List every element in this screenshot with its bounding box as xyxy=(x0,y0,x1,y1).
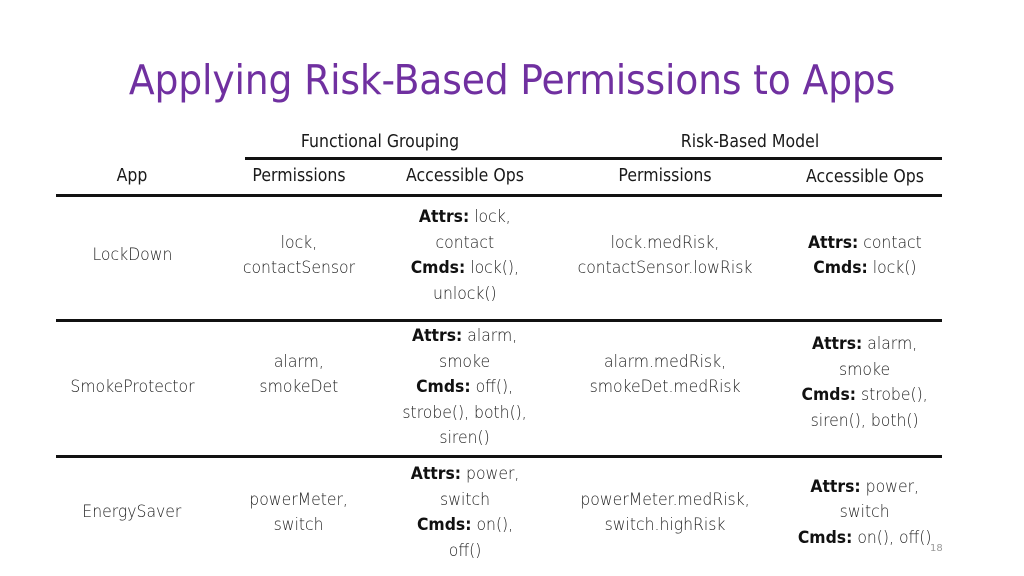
cmds-label: Cmds: xyxy=(410,258,466,278)
app-name: EnergySaver xyxy=(82,502,182,523)
fg-ops-cell: Attrs: power, switch Cmds: on(), off() xyxy=(380,460,550,566)
rb-permissions-cell: alarm.medRisk, smokeDet.medRisk xyxy=(560,324,770,426)
app-name: SmokeProtector xyxy=(69,377,195,398)
attrs-value: lock, xyxy=(474,207,511,227)
app-cell: LockDown xyxy=(56,202,208,310)
permission-text: contactSensor xyxy=(242,258,356,278)
rb-ops-cell: Attrs: contact Cmds: lock() xyxy=(780,202,950,310)
column-header-rb-ops: Accessible Ops xyxy=(806,167,924,187)
attrs-value: smoke xyxy=(439,351,491,372)
cmds-value: siren(), both() xyxy=(810,410,920,431)
app-cell: SmokeProtector xyxy=(56,324,208,452)
permission-text: switch.highRisk xyxy=(604,515,726,535)
page-number: 18 xyxy=(930,543,943,554)
rb-permissions-cell: lock.medRisk, contactSensor.lowRisk xyxy=(560,202,770,310)
cmds-value: strobe(), xyxy=(861,385,929,405)
cmds-value: lock(), xyxy=(470,258,520,278)
attrs-value: smoke xyxy=(839,359,891,380)
fg-ops-cell: Attrs: lock, contact Cmds: lock(), unloc… xyxy=(380,202,550,310)
cmds-value: on(), off() xyxy=(857,527,932,548)
permission-text: smokeDet xyxy=(259,377,339,397)
rb-ops-cell: Attrs: alarm, smoke Cmds: strobe(), sire… xyxy=(780,324,950,442)
attrs-value: switch xyxy=(440,489,490,510)
permission-text: switch xyxy=(274,515,324,535)
attrs-label: Attrs: xyxy=(808,232,859,253)
rb-ops-cell: Attrs: power, switch Cmds: on(), off() xyxy=(780,460,950,566)
header-rule xyxy=(56,194,942,197)
permission-text: lock.medRisk, xyxy=(610,232,720,253)
fg-ops-cell: Attrs: alarm, smoke Cmds: off(), strobe(… xyxy=(380,324,550,452)
attrs-value: switch xyxy=(840,502,890,523)
attrs-value: contact xyxy=(863,232,922,253)
attrs-label: Attrs: xyxy=(812,334,863,354)
row-divider xyxy=(56,319,942,322)
cmds-value: off() xyxy=(448,540,482,561)
app-cell: EnergySaver xyxy=(56,460,208,566)
attrs-label: Attrs: xyxy=(410,464,462,484)
attrs-value: contact xyxy=(435,232,495,253)
cmds-value: siren() xyxy=(439,428,491,449)
permission-text: contactSensor.lowRisk xyxy=(577,258,753,278)
column-header-fg-ops: Accessible Ops xyxy=(406,166,524,186)
attrs-value: power, xyxy=(465,464,520,484)
cmds-value: lock() xyxy=(872,258,917,278)
permission-text: smokeDet.medRisk xyxy=(589,377,741,397)
permission-text: lock, xyxy=(280,232,318,253)
permission-text: alarm, xyxy=(274,351,324,372)
cmds-value: off(), xyxy=(475,377,514,398)
group-header-risk: Risk-Based Model xyxy=(680,132,820,152)
fg-permissions-cell: lock, contactSensor xyxy=(218,202,380,310)
attrs-label: Attrs: xyxy=(412,326,463,347)
group-header-rule xyxy=(245,157,942,160)
attrs-label: Attrs: xyxy=(810,476,862,497)
cmds-label: Cmds: xyxy=(798,527,853,548)
group-header-functional: Functional Grouping xyxy=(300,132,460,152)
cmds-value: strobe(), both(), xyxy=(402,402,528,423)
permission-text: powerMeter, xyxy=(249,489,349,510)
permission-text: powerMeter.medRisk, xyxy=(580,489,750,510)
attrs-value: power, xyxy=(865,476,920,497)
attrs-value: alarm, xyxy=(867,334,918,354)
attrs-label: Attrs: xyxy=(419,207,470,227)
column-header-fg-permissions: Permissions xyxy=(252,166,346,186)
cmds-label: Cmds: xyxy=(416,515,472,535)
attrs-value: alarm, xyxy=(467,326,518,347)
cmds-label: Cmds: xyxy=(416,377,472,398)
app-name: LockDown xyxy=(92,245,172,266)
fg-permissions-cell: alarm, smokeDet xyxy=(218,324,380,426)
column-header-rb-permissions: Permissions xyxy=(618,166,712,186)
column-header-app: App xyxy=(116,166,148,186)
slide-title: Applying Risk-Based Permissions to Apps xyxy=(128,56,896,104)
cmds-value: unlock() xyxy=(433,283,497,304)
fg-permissions-cell: powerMeter, switch xyxy=(218,460,380,566)
permission-text: alarm.medRisk, xyxy=(603,351,727,372)
cmds-value: on(), xyxy=(476,515,514,535)
cmds-label: Cmds: xyxy=(813,258,868,278)
rb-permissions-cell: powerMeter.medRisk, switch.highRisk xyxy=(560,460,770,566)
row-divider xyxy=(56,455,942,458)
cmds-label: Cmds: xyxy=(801,385,857,405)
